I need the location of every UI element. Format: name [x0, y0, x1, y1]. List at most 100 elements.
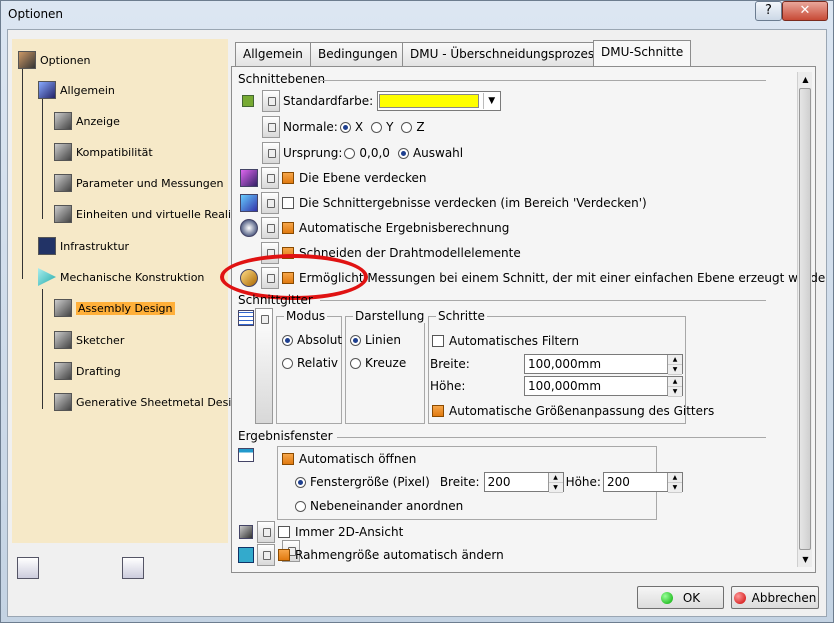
- lock-icon[interactable]: [261, 167, 279, 189]
- tab-dmu-schnitte[interactable]: DMU-Schnitte: [593, 40, 692, 67]
- spin-arrows-icon[interactable]: ▲ ▼: [666, 473, 682, 493]
- lock-icon[interactable]: [261, 192, 279, 214]
- tree-item-parameter[interactable]: Parameter und Messungen: [54, 174, 224, 192]
- fenster-hoehe-input[interactable]: [603, 475, 667, 489]
- lock-icon[interactable]: [262, 116, 280, 138]
- result-window-icon: [238, 448, 254, 462]
- hoehe-input[interactable]: [525, 379, 667, 393]
- infrastructure-icon: [38, 237, 56, 255]
- fenster-breite-input[interactable]: [484, 475, 548, 489]
- box-schritte-title: Schritte: [436, 309, 487, 323]
- lock-icon[interactable]: [261, 217, 279, 239]
- radio-absolut[interactable]: [282, 334, 293, 346]
- general-icon: [38, 81, 56, 99]
- close-button[interactable]: ✕: [782, 1, 828, 21]
- label-auto-ergebnis: Automatische Ergebnisberechnung: [299, 221, 510, 235]
- label-schnitt-verdecken: Die Schnittergebnisse verdecken (im Bere…: [299, 196, 647, 210]
- radio-linien[interactable]: [350, 334, 361, 346]
- checkbox-rahmen[interactable]: [278, 549, 290, 561]
- label-kreuze: Kreuze: [365, 356, 407, 370]
- tab-dmu-ueberschneidung[interactable]: DMU - Überschneidungsprozess: [402, 42, 609, 66]
- spin-arrows-icon[interactable]: ▲ ▼: [667, 355, 682, 375]
- row-hoehe: Höhe: ▲▼: [430, 376, 683, 397]
- tree-label: Generative Sheetmetal Desig: [76, 395, 239, 409]
- spin-arrows-icon[interactable]: ▲ ▼: [547, 473, 563, 493]
- row-ebene-verdecken: Die Ebene verdecken: [240, 167, 426, 189]
- tree-item-drafting[interactable]: Drafting: [54, 362, 121, 380]
- lock-icon[interactable]: [255, 308, 273, 424]
- breite-input[interactable]: [525, 357, 667, 371]
- grid-icon: [238, 310, 254, 326]
- tree-label: Einheiten und virtuelle Realit: [76, 207, 236, 221]
- ok-button[interactable]: OK: [637, 586, 724, 609]
- tree-item-sketcher[interactable]: Sketcher: [54, 331, 124, 349]
- divider: [337, 437, 766, 438]
- radio-nebeneinander[interactable]: [295, 500, 306, 512]
- radio-normale-z[interactable]: [401, 121, 413, 133]
- tree-reset-icon[interactable]: [122, 557, 144, 579]
- tree-label: Drafting: [76, 364, 121, 378]
- radio-normale-x[interactable]: [339, 121, 351, 133]
- radio-normale-y[interactable]: [371, 121, 383, 133]
- radio-fenstergroesse[interactable]: [295, 476, 306, 488]
- label-hoehe: Höhe:: [430, 379, 466, 393]
- tab-allgemein[interactable]: Allgemein: [235, 42, 311, 66]
- checkbox-schnitt-verdecken[interactable]: [282, 197, 294, 209]
- cancel-button[interactable]: Abbrechen: [731, 586, 819, 609]
- label-standardfarbe: Standardfarbe:: [283, 94, 374, 108]
- row-ursprung: Ursprung: 0,0,0 Auswahl: [262, 142, 463, 164]
- tree-item-kompatibilitaet[interactable]: Kompatibilität: [54, 143, 153, 161]
- lock-icon[interactable]: [262, 90, 280, 112]
- label-000: 0,0,0: [359, 146, 390, 160]
- tree-item-allgemein[interactable]: Allgemein: [18, 81, 115, 99]
- spin-arrows-icon[interactable]: ▲ ▼: [667, 377, 682, 397]
- checkbox-immer-2d[interactable]: [278, 526, 290, 538]
- radio-relativ[interactable]: [282, 357, 293, 369]
- tree-item-mechanische[interactable]: Mechanische Konstruktion: [18, 268, 204, 286]
- checkbox-auto-ergebnis[interactable]: [282, 222, 294, 234]
- fenster-breite-stepper[interactable]: ▲▼: [483, 472, 564, 493]
- breite-stepper[interactable]: ▲▼: [524, 354, 683, 375]
- label-ursprung: Ursprung:: [283, 146, 343, 160]
- checkbox-ebene-verdecken[interactable]: [282, 172, 294, 184]
- tree-expand-icon[interactable]: [17, 557, 39, 579]
- scroll-down-icon[interactable]: ▼: [798, 552, 813, 567]
- radio-ursprung-auswahl[interactable]: [397, 147, 409, 159]
- tree-item-sheetmetal[interactable]: Generative Sheetmetal Desig: [54, 393, 238, 411]
- lock-icon[interactable]: [257, 521, 275, 543]
- tree-item-einheiten[interactable]: Einheiten und virtuelle Realit: [54, 205, 235, 223]
- checkbox-auto-oeffnen[interactable]: [282, 453, 294, 465]
- tree-item-optionen[interactable]: Optionen: [18, 51, 90, 69]
- row-breite: Breite: ▲▼: [430, 354, 683, 375]
- tree-item-assembly[interactable]: Assembly Design: [54, 299, 175, 317]
- radio-ursprung-000[interactable]: [344, 147, 356, 159]
- color-icon: [242, 95, 254, 107]
- lock-icon[interactable]: [262, 142, 280, 164]
- chevron-down-icon[interactable]: ▼: [483, 93, 499, 109]
- tree-label-selected: Assembly Design: [76, 301, 175, 315]
- tab-bedingungen[interactable]: Bedingungen: [310, 42, 406, 66]
- tree-item-infrastruktur[interactable]: Infrastruktur: [18, 237, 129, 255]
- color-swatch: [379, 94, 480, 108]
- vertical-scrollbar[interactable]: ▲ ▼: [797, 72, 812, 567]
- row-rahmen: Rahmengröße automatisch ändern: [238, 544, 504, 566]
- radio-kreuze[interactable]: [350, 357, 361, 369]
- row-kreuze: Kreuze: [348, 356, 406, 370]
- lock-icon[interactable]: [257, 544, 275, 566]
- row-schnitt-verdecken: Die Schnittergebnisse verdecken (im Bere…: [240, 192, 647, 214]
- checkbox-auto-filtern[interactable]: [432, 335, 444, 347]
- help-button[interactable]: ?: [755, 1, 782, 21]
- scroll-thumb[interactable]: [799, 88, 811, 550]
- checkbox-auto-groesse[interactable]: [432, 405, 444, 417]
- hoehe-stepper[interactable]: ▲▼: [524, 376, 683, 397]
- assembly-icon: [54, 299, 72, 317]
- compatibility-icon: [54, 143, 72, 161]
- row-absolut: Absolut: [280, 333, 342, 347]
- label-normale: Normale:: [283, 120, 338, 134]
- scroll-up-icon[interactable]: ▲: [798, 72, 813, 87]
- tree-item-anzeige[interactable]: Anzeige: [54, 112, 120, 130]
- row-standardfarbe: Standardfarbe: ▼: [242, 90, 502, 112]
- sketcher-icon: [54, 331, 72, 349]
- fenster-hoehe-stepper[interactable]: ▲▼: [602, 472, 683, 493]
- color-combo[interactable]: ▼: [377, 91, 502, 111]
